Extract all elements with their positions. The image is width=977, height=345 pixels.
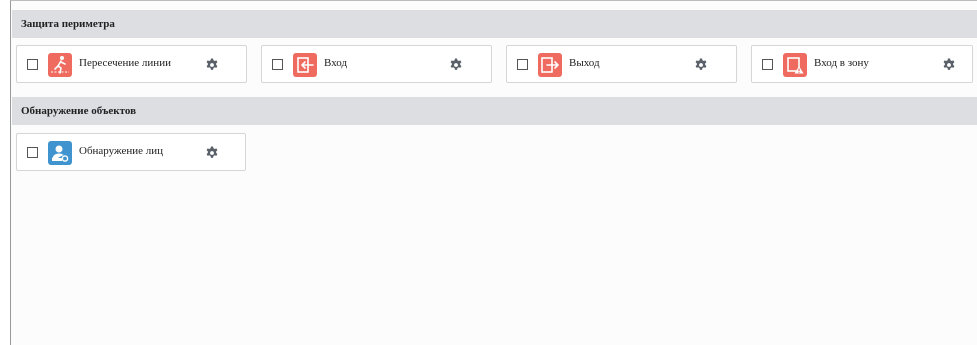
line-crossing-icon (48, 53, 72, 77)
event-card-face-detection[interactable]: Обнаружение лиц (16, 133, 246, 171)
entrance-icon (293, 53, 317, 77)
section-header-perimeter: Защита периметра (12, 10, 977, 38)
entrance-label: Вход (324, 57, 348, 69)
exit-settings-gear-icon[interactable] (694, 58, 708, 72)
line-crossing-checkbox[interactable] (27, 59, 38, 70)
face-detection-settings-gear-icon[interactable] (205, 146, 219, 160)
zone-entry-checkbox[interactable] (762, 59, 773, 70)
section-header-object-detection: Обнаружение объектов (12, 97, 977, 125)
entrance-checkbox[interactable] (272, 59, 283, 70)
event-card-entrance[interactable]: Вход (261, 45, 492, 83)
line-crossing-label: Пересечение линии (79, 57, 171, 69)
face-detection-checkbox[interactable] (27, 147, 38, 158)
zone-entry-settings-gear-icon[interactable] (942, 58, 956, 72)
zone-entry-icon (783, 53, 807, 77)
zone-entry-label: Вход в зону (814, 57, 869, 69)
exit-checkbox[interactable] (517, 59, 528, 70)
event-card-zone-entry[interactable]: Вход в зону (751, 45, 973, 83)
line-crossing-settings-gear-icon[interactable] (205, 58, 219, 72)
event-card-exit[interactable]: Выход (506, 45, 737, 83)
entrance-settings-gear-icon[interactable] (449, 58, 463, 72)
smart-events-panel: Защита периметра Пересечение линии Вход (10, 0, 977, 345)
exit-icon (538, 53, 562, 77)
face-detection-label: Обнаружение лиц (79, 145, 164, 157)
event-card-line-crossing[interactable]: Пересечение линии (16, 45, 247, 83)
section-title: Защита периметра (21, 18, 115, 30)
section-title: Обнаружение объектов (21, 105, 137, 117)
exit-label: Выход (569, 57, 600, 69)
face-detection-icon (48, 141, 72, 165)
